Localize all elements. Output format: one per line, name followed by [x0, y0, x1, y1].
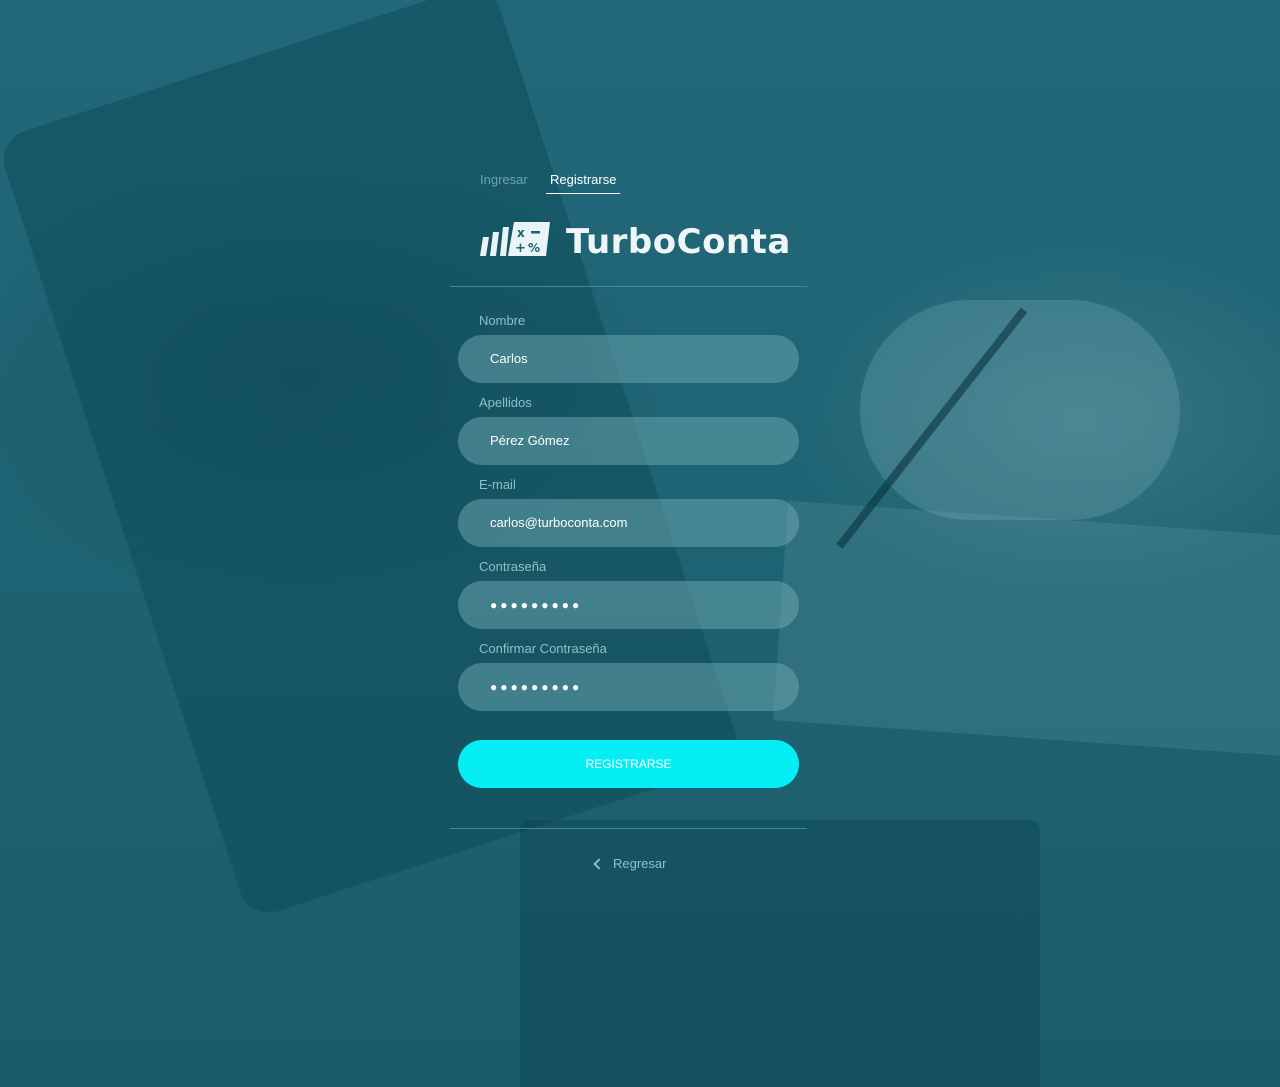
panel-footer: Regresar	[450, 828, 807, 899]
field-confirm-password: Confirmar Contraseña ●●●●●●●●●	[450, 641, 807, 711]
calculator-bars-logo-icon: x + %	[480, 222, 550, 256]
svg-text:x: x	[517, 226, 525, 240]
email-label: E-mail	[479, 477, 516, 492]
last-name-label: Apellidos	[479, 395, 532, 410]
tab-register[interactable]: Registrarse	[546, 172, 621, 194]
register-panel: Ingresar Registrarse x + % TurboConta No…	[450, 160, 807, 899]
field-last-name: Apellidos Pérez Gómez	[450, 395, 807, 465]
password-input[interactable]: ●●●●●●●●●	[458, 581, 799, 629]
field-email: E-mail carlos@turboconta.com	[450, 477, 807, 547]
svg-text:%: %	[528, 241, 540, 255]
brand-name: TurboConta	[566, 222, 791, 262]
last-name-input[interactable]: Pérez Gómez	[458, 417, 799, 465]
back-link[interactable]: Regresar	[593, 856, 667, 871]
confirm-password-input[interactable]: ●●●●●●●●●	[458, 663, 799, 711]
tab-login[interactable]: Ingresar	[480, 172, 528, 187]
password-label: Contraseña	[479, 559, 547, 574]
email-input[interactable]: carlos@turboconta.com	[458, 499, 799, 547]
first-name-input[interactable]: Carlos	[458, 335, 799, 383]
background-hand	[860, 300, 1180, 520]
confirm-password-label: Confirmar Contraseña	[479, 641, 607, 656]
field-password: Contraseña ●●●●●●●●●	[450, 559, 807, 629]
svg-text:+: +	[515, 241, 526, 256]
auth-tabs: Ingresar Registrarse	[450, 160, 807, 196]
back-label: Regresar	[613, 856, 667, 871]
register-form: Nombre Carlos Apellidos Pérez Gómez E-ma…	[450, 287, 807, 788]
field-first-name: Nombre Carlos	[450, 313, 807, 383]
first-name-label: Nombre	[479, 313, 526, 328]
brand-header: x + % TurboConta	[450, 196, 807, 287]
register-button[interactable]: REGISTRARSE	[458, 740, 799, 788]
chevron-left-icon	[593, 857, 605, 870]
